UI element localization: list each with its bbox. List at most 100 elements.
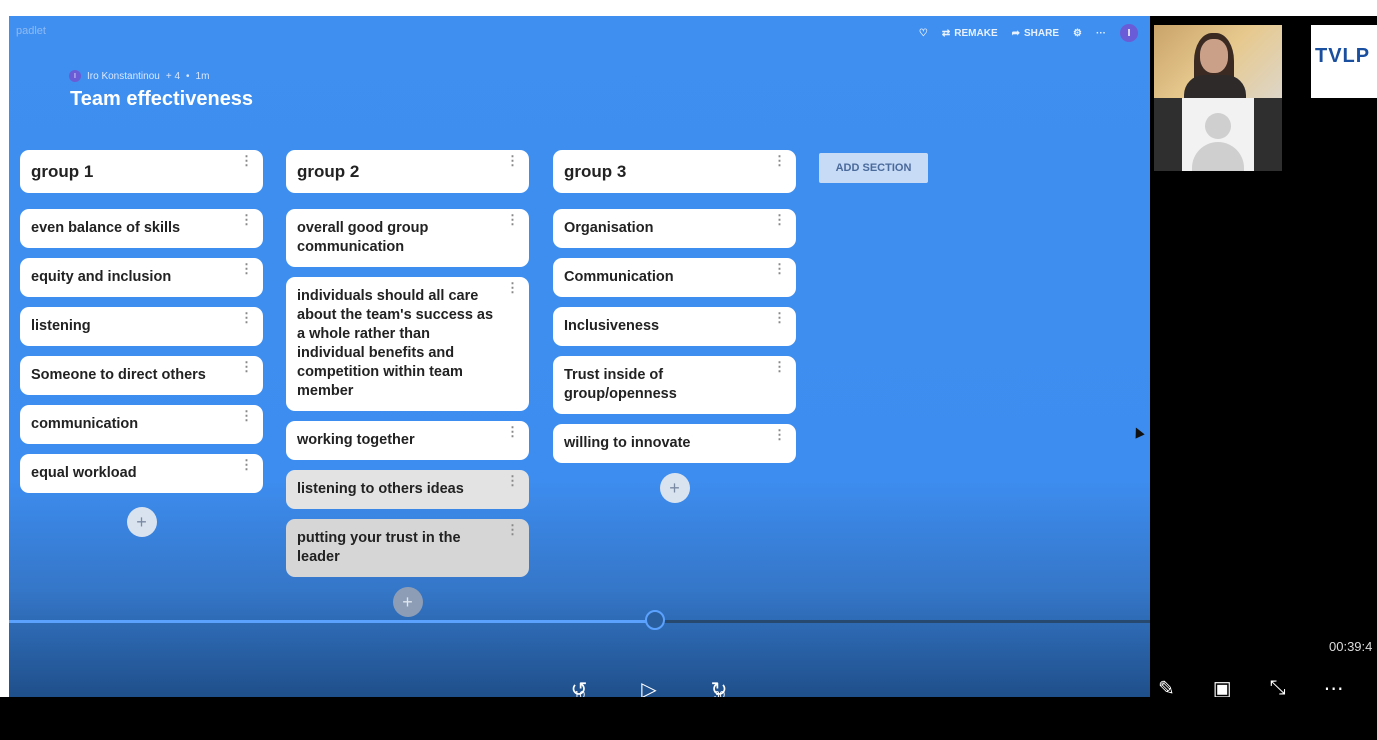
post-text: Communication <box>564 269 674 285</box>
post-card[interactable]: Communication ⋮ <box>553 258 796 297</box>
section-header[interactable]: group 1 ⋮ <box>20 150 263 193</box>
separator-dot: • <box>186 70 190 82</box>
section-title: group 2 <box>297 162 360 181</box>
kebab-icon[interactable]: ⋮ <box>240 262 253 275</box>
kebab-icon[interactable]: ⋮ <box>506 474 519 487</box>
post-card[interactable]: communication ⋮ <box>20 405 263 444</box>
kebab-icon[interactable]: ⋮ <box>773 213 786 226</box>
kebab-icon[interactable]: ⋮ <box>773 311 786 324</box>
timestamp: 00:39:4 <box>1329 639 1373 654</box>
kebab-icon[interactable]: ⋮ <box>506 281 519 294</box>
post-text: even balance of skills <box>31 220 181 236</box>
section-header[interactable]: group 2 ⋮ <box>286 150 529 193</box>
post-text: listening <box>31 318 91 334</box>
kebab-icon[interactable]: ⋮ <box>506 425 519 438</box>
kebab-icon[interactable]: ⋮ <box>773 262 786 275</box>
kebab-icon[interactable]: ⋮ <box>773 154 786 167</box>
section-title: group 1 <box>31 162 94 181</box>
post-card[interactable]: individuals should all care about the te… <box>286 277 529 411</box>
participant-placeholder[interactable] <box>1154 98 1282 171</box>
page-title: Team effectiveness <box>70 88 254 110</box>
forward-button[interactable]: ↻ 30 <box>704 676 734 698</box>
post-text: willing to innovate <box>564 435 691 451</box>
kebab-icon[interactable]: ⋮ <box>506 523 519 536</box>
kebab-icon[interactable]: ⋮ <box>506 213 519 226</box>
add-section-button[interactable]: ADD SECTION <box>819 153 928 183</box>
post-text: individuals should all care about the te… <box>297 288 494 399</box>
author-name: Iro Konstantinou <box>87 70 160 82</box>
kebab-icon[interactable]: ⋮ <box>240 458 253 471</box>
post-text: communication <box>31 416 139 432</box>
participant-video[interactable] <box>1154 25 1282 98</box>
share-button[interactable]: ➦ SHARE <box>1012 28 1059 39</box>
remake-icon: ⇄ <box>941 27 951 39</box>
post-card[interactable]: Organisation ⋮ <box>553 209 796 248</box>
forward-seconds: 30 <box>714 690 726 697</box>
avatar-head <box>1205 113 1231 139</box>
post-text: working together <box>297 432 415 448</box>
post-card[interactable]: working together ⋮ <box>286 421 529 460</box>
kebab-icon[interactable]: ⋮ <box>240 154 253 167</box>
post-text: Trust inside of group/openness <box>564 367 677 402</box>
player-controls: ↺ 10 ▷ ↻ 30 <box>564 676 734 698</box>
author-avatar: I <box>69 70 81 82</box>
post-card[interactable]: equal workload ⋮ <box>20 454 263 493</box>
seek-handle[interactable] <box>645 610 665 630</box>
rewind-button[interactable]: ↺ 10 <box>564 676 594 698</box>
post-card[interactable]: Someone to direct others ⋮ <box>20 356 263 395</box>
post-card[interactable]: listening to others ideas ⋮ <box>286 470 529 509</box>
post-card[interactable]: putting your trust in the leader ⋮ <box>286 519 529 577</box>
share-label: SHARE <box>1024 27 1060 39</box>
shared-screen: padlet ♡ ⇄ REMAKE ➦ SHARE ⚙ ··· I I Iro Ko… <box>9 16 1150 697</box>
kebab-icon[interactable]: ⋮ <box>240 311 253 324</box>
kebab-icon[interactable]: ⋮ <box>240 213 253 226</box>
post-text: overall good group communication <box>297 220 429 255</box>
heart-icon[interactable]: ♡ <box>919 28 928 39</box>
remake-button[interactable]: ⇄ REMAKE <box>942 28 998 39</box>
participant-torso <box>1184 75 1246 98</box>
post-card[interactable]: Inclusiveness ⋮ <box>553 307 796 346</box>
seek-bar-fill <box>9 620 656 623</box>
padlet-toolbar: ♡ ⇄ REMAKE ➦ SHARE ⚙ ··· I <box>919 24 1138 42</box>
post-text: Organisation <box>564 220 654 236</box>
post-text: listening to others ideas <box>297 481 464 497</box>
add-post-button[interactable]: + <box>126 507 157 537</box>
section-group-2: group 2 ⋮ overall good group communicatio… <box>286 150 529 617</box>
add-post-button[interactable]: + <box>659 473 690 503</box>
section-group-1: group 1 ⋮ even balance of skills ⋮ equity … <box>20 150 263 537</box>
avatar-body <box>1192 142 1244 171</box>
kebab-icon[interactable]: ⋮ <box>506 154 519 167</box>
more-icon[interactable]: ··· <box>1096 28 1106 39</box>
kebab-icon[interactable]: ⋮ <box>240 409 253 422</box>
time-ago: 1m <box>195 70 210 82</box>
kebab-icon[interactable]: ⋮ <box>773 360 786 373</box>
post-card[interactable]: willing to innovate ⋮ <box>553 424 796 463</box>
padlet-logo[interactable]: padlet <box>16 25 46 37</box>
section-title: group 3 <box>564 162 627 181</box>
share-icon: ➦ <box>1011 27 1021 39</box>
avatar[interactable]: I <box>1120 24 1138 42</box>
gear-icon[interactable]: ⚙ <box>1073 28 1082 39</box>
seek-bar[interactable] <box>9 620 1150 623</box>
tvlp-logo: TVLP <box>1311 25 1377 98</box>
post-card[interactable]: equity and inclusion ⋮ <box>20 258 263 297</box>
bottom-bar <box>0 697 1377 740</box>
collaborators-count: + 4 <box>165 70 181 82</box>
placeholder-box <box>1182 98 1254 171</box>
post-card[interactable]: listening ⋮ <box>20 307 263 346</box>
play-button[interactable]: ▷ <box>634 676 664 698</box>
post-card[interactable]: Trust inside of group/openness ⋮ <box>553 356 796 414</box>
post-card[interactable]: even balance of skills ⋮ <box>20 209 263 248</box>
play-icon: ▷ <box>641 678 657 698</box>
top-strip <box>0 0 1377 16</box>
add-post-button[interactable]: + <box>392 587 423 617</box>
section-header[interactable]: group 3 ⋮ <box>553 150 796 193</box>
kebab-icon[interactable]: ⋮ <box>240 360 253 373</box>
post-text: equity and inclusion <box>31 269 172 285</box>
participant-face <box>1200 39 1228 73</box>
section-group-3: group 3 ⋮ Organisation ⋮ Communication ⋮ In… <box>553 150 796 503</box>
kebab-icon[interactable]: ⋮ <box>773 428 786 441</box>
post-card[interactable]: overall good group communication ⋮ <box>286 209 529 267</box>
board-meta: I Iro Konstantinou + 4 • 1m <box>69 70 209 82</box>
post-text: putting your trust in the leader <box>297 530 461 565</box>
